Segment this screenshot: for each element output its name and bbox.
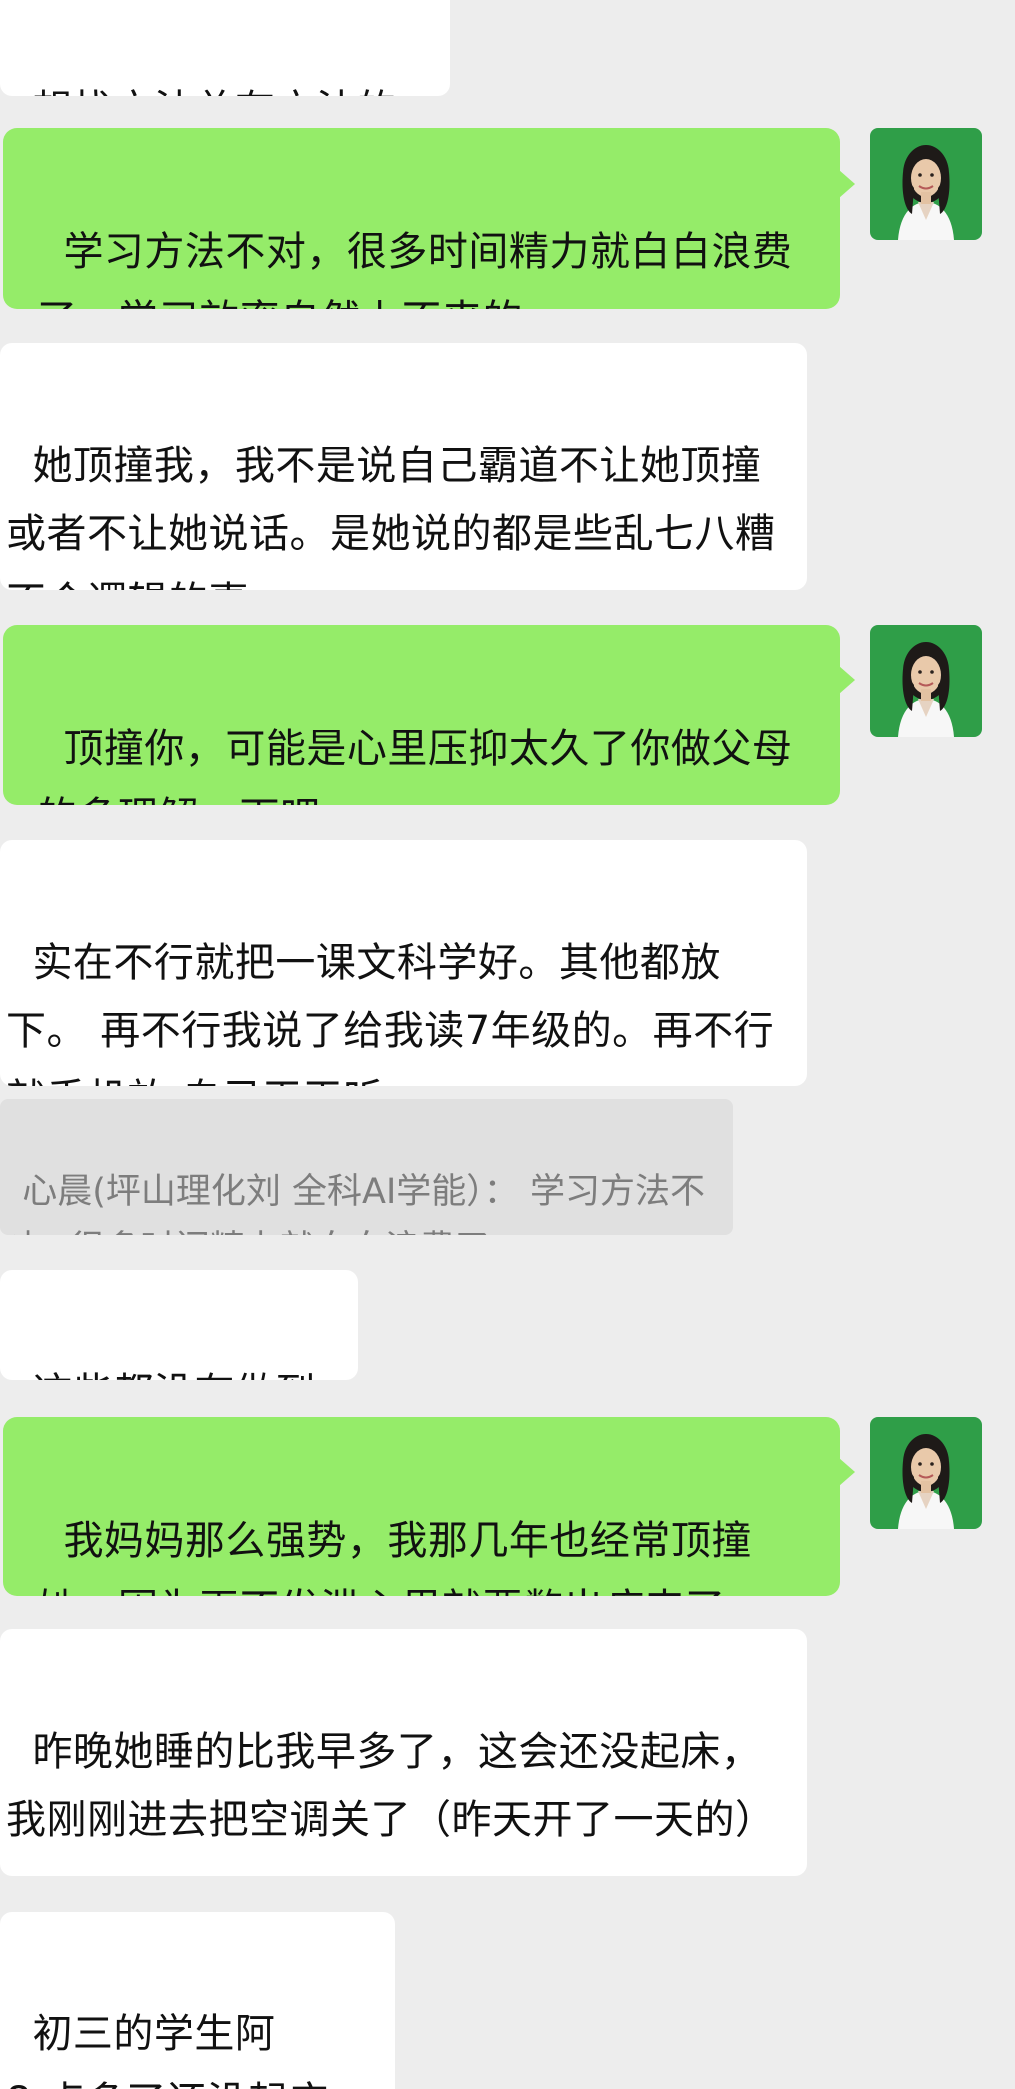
received-message[interactable]: 她顶撞我，我不是说自己霸道不让她顶撞或者不让她说话。是她说的都是些乱七八糟不合逻… xyxy=(0,343,807,590)
sent-message[interactable]: 学习方法不对，很多时间精力就白白浪费了，学习效率自然上不来的 xyxy=(3,128,840,309)
message-text: 我妈妈那么强势，我那几年也经常顶撞她，因为再不发泄心里就要憋出病来了 xyxy=(37,1518,752,1596)
message-text: 实在不行就把一课文科学好。其他都放下。 再不行我说了给我读7年级的。再不行就手机… xyxy=(6,940,775,1086)
bubble-tail xyxy=(839,1458,855,1486)
avatar-icon xyxy=(870,1417,982,1529)
bubble-tail xyxy=(839,170,855,198)
message-text: 顶撞你，可能是心里压抑太久了你做父母的多理解一下吧 xyxy=(37,726,793,805)
quote-text: 心晨(坪山理化刘 全科AI学能）： 学习方法不对，很多时间精力就白白浪费了，..… xyxy=(0,1172,705,1235)
bubble-tail xyxy=(839,666,855,694)
message-text: 学习方法不对，很多时间精力就白白浪费了，学习效率自然上不来的 xyxy=(37,229,793,309)
received-message[interactable]: 这些都没有做到 xyxy=(0,1270,358,1380)
message-text: 想找方法总有方法的 xyxy=(32,87,397,96)
received-message[interactable]: 实在不行就把一课文科学好。其他都放下。 再不行我说了给我读7年级的。再不行就手机… xyxy=(0,840,807,1086)
sent-message[interactable]: 顶撞你，可能是心里压抑太久了你做父母的多理解一下吧 xyxy=(3,625,840,805)
received-message[interactable]: 昨晚她睡的比我早多了，这会还没起床，我刚刚进去把空调关了（昨天开了一天的） xyxy=(0,1629,807,1876)
message-text: 她顶撞我，我不是说自己霸道不让她顶撞或者不让她说话。是她说的都是些乱七八糟不合逻… xyxy=(6,443,776,590)
message-text: 初三的学生阿 8 点多了还没起床 xyxy=(6,2011,328,2089)
sent-message[interactable]: 我妈妈那么强势，我那几年也经常顶撞她，因为再不发泄心里就要憋出病来了 xyxy=(3,1417,840,1596)
user-avatar[interactable] xyxy=(870,625,982,737)
quoted-message[interactable]: 心晨(坪山理化刘 全科AI学能）： 学习方法不对，很多时间精力就白白浪费了，..… xyxy=(0,1099,733,1235)
user-avatar[interactable] xyxy=(870,1417,982,1529)
avatar-icon xyxy=(870,625,982,737)
message-text: 这些都没有做到 xyxy=(32,1370,316,1380)
message-text: 昨晚她睡的比我早多了，这会还没起床，我刚刚进去把空调关了（昨天开了一天的） xyxy=(6,1729,776,1843)
received-message[interactable]: 初三的学生阿 8 点多了还没起床 xyxy=(0,1912,395,2089)
received-message[interactable]: 想找方法总有方法的 xyxy=(0,0,450,96)
avatar-icon xyxy=(870,128,982,240)
user-avatar[interactable] xyxy=(870,128,982,240)
